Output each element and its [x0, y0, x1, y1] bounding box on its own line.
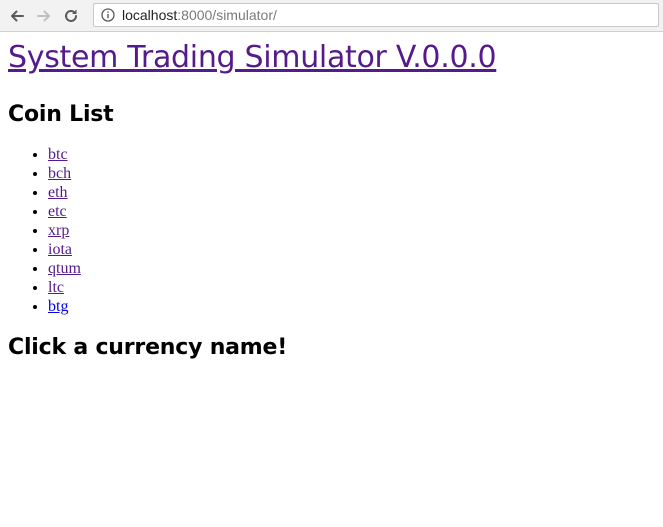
coin-link-etc[interactable]: etc [48, 203, 67, 220]
url-text: localhost:8000/simulator/ [122, 7, 277, 23]
coin-list-heading: Coin List [8, 102, 114, 127]
address-bar[interactable]: localhost:8000/simulator/ [93, 3, 659, 27]
coin-list: btc bch eth etc xrp iota qtum ltc btg [8, 145, 655, 316]
reload-icon [65, 9, 77, 22]
browser-toolbar: localhost:8000/simulator/ [0, 0, 663, 32]
back-arrow-icon [11, 10, 24, 21]
back-button[interactable] [6, 5, 28, 27]
list-item: etc [48, 202, 655, 221]
list-item: ltc [48, 278, 655, 297]
list-item: xrp [48, 221, 655, 240]
coin-link-btg[interactable]: btg [48, 298, 68, 315]
list-item: iota [48, 240, 655, 259]
coin-link-bch[interactable]: bch [48, 165, 71, 182]
url-host: localhost [122, 7, 178, 23]
coin-link-qtum[interactable]: qtum [48, 260, 81, 277]
list-item: eth [48, 183, 655, 202]
info-icon[interactable] [100, 7, 116, 23]
coin-link-ltc[interactable]: ltc [48, 279, 64, 296]
list-item: btg [48, 297, 655, 316]
instruction-heading: Click a currency name! [8, 335, 288, 360]
reload-button[interactable] [60, 5, 82, 27]
list-item: qtum [48, 259, 655, 278]
coin-link-iota[interactable]: iota [48, 241, 72, 258]
coin-link-btc[interactable]: btc [48, 146, 68, 163]
url-path: :8000/simulator/ [177, 7, 277, 23]
list-item: bch [48, 164, 655, 183]
coin-link-xrp[interactable]: xrp [48, 222, 69, 239]
forward-arrow-icon [37, 10, 50, 21]
forward-button[interactable] [33, 5, 55, 27]
page-content: System Trading Simulator V.0.0.0 Coin Li… [0, 39, 663, 362]
page-title: System Trading Simulator V.0.0.0 [8, 39, 655, 77]
title-link[interactable]: System Trading Simulator V.0.0.0 [8, 40, 497, 75]
coin-link-eth[interactable]: eth [48, 184, 68, 201]
list-item: btc [48, 145, 655, 164]
